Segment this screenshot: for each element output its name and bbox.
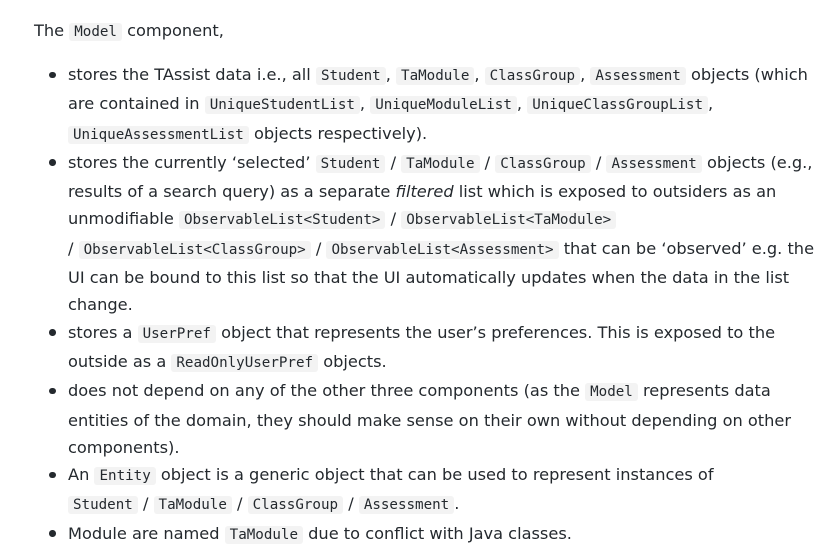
list-text: , [359, 94, 371, 114]
intro-paragraph: The Model component, [34, 17, 824, 44]
list-text: stores a [68, 322, 138, 342]
list-text: , [385, 65, 397, 84]
inline-code: Student [315, 67, 386, 85]
inline-code: Assessment [606, 154, 702, 173]
list-text: objects. [318, 351, 387, 371]
inline-code: Entity [94, 467, 156, 486]
emphasis-text: filtered [395, 182, 454, 202]
list-text: . [454, 494, 460, 514]
list-text: stores the currently ‘selected’ [68, 152, 316, 172]
list-text: does not depend on any of the other thre… [68, 381, 586, 401]
inline-code: UniqueAssessmentList [68, 125, 249, 144]
list-item-module-naming: Module are named TaModule due to conflic… [34, 520, 824, 549]
inline-code: UniqueStudentList [204, 96, 360, 115]
list-text: stores the TAssist data i.e., all [68, 65, 316, 84]
inline-code: TaModule [401, 154, 480, 173]
inline-code: ClassGroup [495, 154, 591, 173]
inline-code: UserPref [137, 324, 216, 343]
list-text: / [590, 152, 607, 172]
list-item-stores-userpref: stores a UserPref object that represents… [34, 319, 824, 378]
list-text: , [516, 94, 528, 114]
list-text: / [137, 494, 154, 514]
model-component-section: The Model component, stores the TAssist … [34, 17, 824, 549]
intro-text: component, [121, 21, 224, 40]
list-item-stores-data: stores the TAssist data i.e., all Studen… [34, 61, 824, 149]
list-text: object is a generic object that can be u… [155, 465, 714, 485]
inline-code: Student [315, 154, 386, 173]
inline-code: ReadOnlyUserPref [171, 353, 319, 372]
inline-code: UniqueClassGroupList [527, 96, 709, 115]
inline-code: TaModule [224, 525, 304, 544]
list-text: , [580, 65, 591, 84]
inline-code: Model [69, 23, 122, 41]
list-item-no-dependency: does not depend on any of the other thre… [34, 377, 824, 461]
inline-code: Student [68, 496, 138, 515]
inline-code: ObservableList<TaModule> [401, 211, 617, 230]
list-item-entity: An Entity object is a generic object tha… [34, 461, 824, 520]
list-text: , [474, 65, 485, 84]
intro-text: The [34, 21, 70, 40]
inline-code: TaModule [396, 67, 475, 85]
list-text: / [343, 494, 359, 514]
list-text: / [68, 238, 79, 258]
list-text: / [385, 209, 402, 229]
list-text: / [479, 152, 496, 172]
responsibility-list: stores the TAssist data i.e., all Studen… [34, 61, 824, 549]
list-text: due to conflict with Java classes. [303, 523, 572, 543]
list-text: objects respectively). [248, 123, 428, 143]
list-text: / [385, 152, 402, 172]
inline-code: Assessment [358, 496, 455, 515]
list-text: / [231, 494, 248, 514]
inline-code: ObservableList<Assessment> [326, 240, 559, 259]
inline-code: ObservableList<ClassGroup> [78, 240, 311, 259]
list-item-stores-selected: stores the currently ‘selected’ Student … [34, 149, 824, 319]
inline-code: ClassGroup [247, 496, 344, 515]
inline-code: Assessment [590, 67, 686, 85]
inline-code: Model [585, 383, 638, 402]
inline-code: TaModule [153, 496, 232, 515]
list-text: / [310, 238, 327, 258]
list-text: , [708, 94, 714, 114]
inline-code: ObservableList<Student> [178, 211, 386, 230]
inline-code: UniqueModuleList [370, 96, 517, 115]
inline-code: ClassGroup [484, 67, 581, 85]
list-text: Module are named [68, 523, 225, 543]
list-text: An [68, 465, 95, 485]
